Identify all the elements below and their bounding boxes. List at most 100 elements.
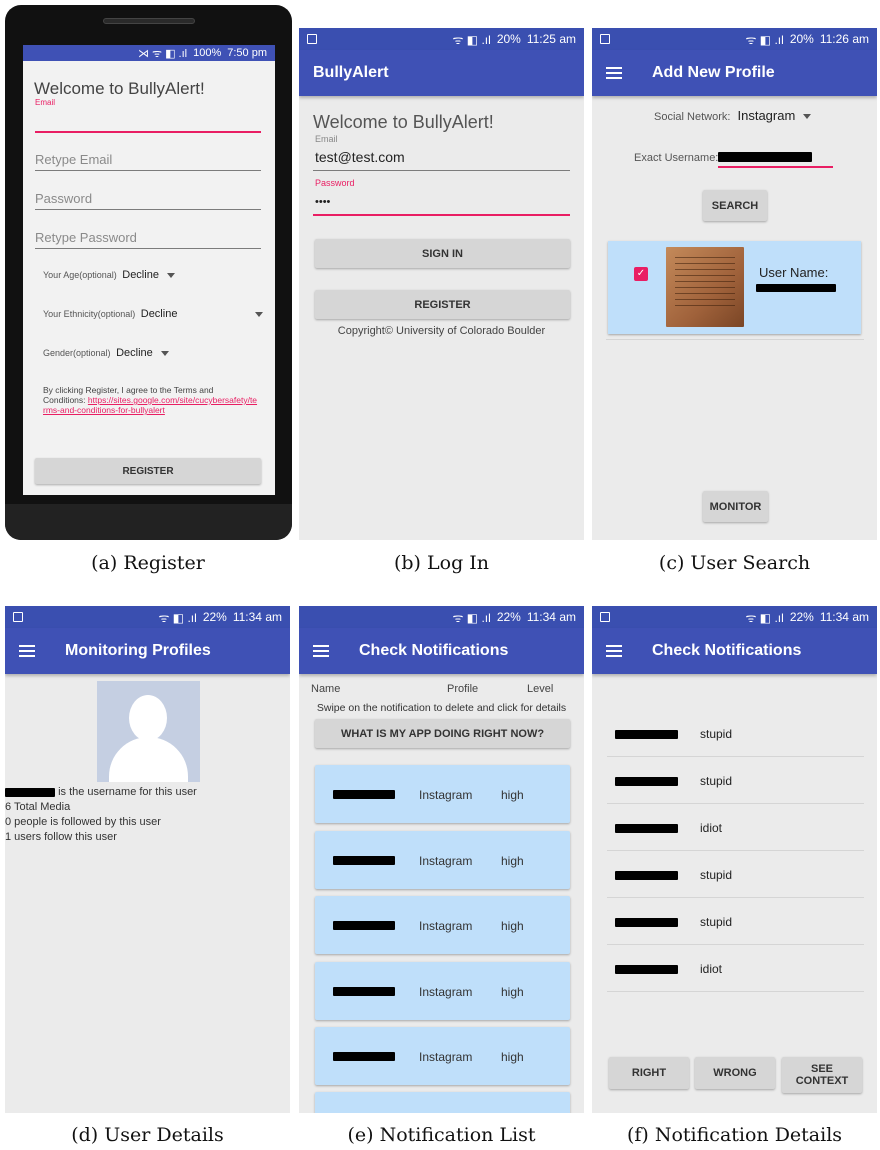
notification-card[interactable]: Instagram high: [315, 896, 570, 954]
menu-icon[interactable]: [19, 645, 35, 657]
notification-profile: Instagram: [419, 1050, 473, 1064]
age-select[interactable]: Decline: [122, 269, 175, 281]
dropdown-arrow-icon: [166, 272, 175, 278]
status-icons: ᯤ ◧ .ıl: [452, 610, 491, 625]
app-title: Check Notifications: [652, 642, 802, 659]
username-suffix: is the username for this user: [58, 786, 197, 798]
dropdown-arrow-icon: [160, 350, 169, 356]
notification-card[interactable]: Instagram high: [315, 1027, 570, 1085]
dropdown-arrow-icon: [803, 114, 812, 120]
status-bar: ᯤ ◧ .ıl 22% 11:34 am: [299, 606, 584, 628]
ethnicity-select[interactable]: Decline: [141, 308, 178, 320]
detail-row[interactable]: stupid: [607, 757, 864, 804]
redacted-username-input[interactable]: [718, 152, 812, 162]
flagged-word: idiot: [700, 962, 723, 976]
wrong-button[interactable]: WRONG: [695, 1057, 775, 1089]
notification-card[interactable]: Instagram high: [315, 765, 570, 823]
detail-row[interactable]: stupid: [607, 851, 864, 898]
following-count: 0 people is followed by this user: [5, 816, 161, 828]
flagged-word: stupid: [700, 868, 733, 882]
status-bar: ᯤ ◧ .ıl 22% 11:34 am: [5, 606, 290, 628]
email-label: Email: [35, 98, 56, 107]
password-field[interactable]: Password: [35, 191, 92, 206]
retype-password-field[interactable]: Retype Password: [35, 230, 137, 245]
result-card[interactable]: ✓ User Name:: [608, 241, 861, 334]
retype-email-field[interactable]: Retype Email: [35, 152, 112, 167]
see-context-line2: CONTEXT: [795, 1075, 849, 1087]
sign-in-button[interactable]: SIGN IN: [315, 239, 570, 268]
flagged-word: stupid: [700, 774, 733, 788]
column-level: Level: [527, 683, 554, 695]
register-screen: ⋊ ᯤ ◧ .ıl 100% 7:50 pm Welcome to BullyA…: [23, 45, 275, 495]
gender-select[interactable]: Decline: [116, 347, 169, 359]
notification-card-partial[interactable]: [315, 1092, 570, 1113]
screenshot-icon: [13, 612, 23, 622]
column-profile: Profile: [447, 683, 479, 695]
app-bar: Check Notifications: [592, 628, 877, 674]
username-underline: [718, 166, 833, 168]
register-button[interactable]: REGISTER: [315, 290, 570, 319]
caption-login: (b) Log In: [393, 552, 490, 574]
right-button[interactable]: RIGHT: [609, 1057, 689, 1089]
app-title: Monitoring Profiles: [65, 642, 211, 659]
ethnicity-row: Your Ethnicity(optional) Decline: [43, 308, 263, 320]
checkbox[interactable]: ✓: [634, 267, 648, 281]
status-icons: ⋊ ᯤ ◧ .ıl: [137, 47, 188, 60]
welcome-title: Welcome to BullyAlert!: [313, 112, 494, 132]
detail-row[interactable]: stupid: [607, 710, 864, 757]
detail-row[interactable]: stupid: [607, 898, 864, 945]
menu-icon[interactable]: [606, 645, 622, 657]
username-label: Exact Username:: [634, 152, 719, 164]
notification-card[interactable]: Instagram high: [315, 830, 570, 889]
notification-level: high: [501, 919, 524, 933]
notification-card[interactable]: Instagram high: [315, 961, 570, 1020]
battery-level: 22%: [202, 610, 227, 624]
password-underline: [35, 209, 261, 210]
network-select[interactable]: Instagram: [737, 108, 812, 123]
email-underline: [313, 170, 570, 171]
gender-row: Gender(optional) Decline: [43, 347, 169, 359]
what-is-my-app-doing-button[interactable]: WHAT IS MY APP DOING RIGHT NOW?: [315, 719, 570, 748]
battery-level: 20%: [789, 32, 814, 46]
notification-details-screen: ᯤ ◧ .ıl 22% 11:34 am Check Notifications…: [592, 606, 877, 1113]
username-line: is the username for this user: [5, 786, 197, 798]
status-icons: ᯤ ◧ .ıl: [745, 32, 784, 47]
status-icons: ᯤ ◧ .ıl: [452, 32, 491, 47]
menu-icon[interactable]: [606, 67, 622, 79]
column-name: Name: [311, 683, 341, 695]
divider: [606, 339, 864, 340]
terms-text: By clicking Register, I agree to the Ter…: [43, 385, 258, 415]
gender-value: Decline: [116, 347, 153, 359]
flagged-word: idiot: [700, 821, 723, 835]
status-icons: ᯤ ◧ .ıl: [158, 610, 197, 625]
register-button[interactable]: REGISTER: [35, 458, 261, 484]
email-field[interactable]: test@test.com: [315, 149, 405, 165]
search-button[interactable]: SEARCH: [703, 190, 767, 221]
app-title: Add New Profile: [652, 64, 775, 81]
detail-row[interactable]: idiot: [607, 804, 864, 851]
screenshot-icon: [600, 612, 610, 622]
password-field[interactable]: ••••: [315, 196, 330, 208]
email-label: Email: [315, 134, 338, 144]
see-context-button[interactable]: SEE CONTEXT: [782, 1057, 862, 1093]
see-context-line1: SEE: [810, 1063, 833, 1075]
user-name-label: User Name:: [759, 265, 829, 280]
gender-label: Gender(optional): [43, 348, 111, 358]
dropdown-arrow-icon: [255, 312, 263, 317]
network-label: Social Network:: [654, 111, 731, 123]
email-field[interactable]: [35, 131, 261, 133]
menu-icon[interactable]: [313, 645, 329, 657]
follower-count: 1 users follow this user: [5, 831, 117, 843]
clock: 11:26 am: [819, 32, 869, 46]
swipe-hint: Swipe on the notification to delete and …: [316, 702, 567, 714]
battery-level: 100%: [193, 47, 222, 59]
detail-row[interactable]: idiot: [607, 945, 864, 992]
user-search-screen: ᯤ ◧ .ıl 20% 11:26 am Add New Profile Soc…: [592, 28, 877, 540]
flagged-word: stupid: [700, 727, 733, 741]
notification-profile: Instagram: [419, 984, 473, 999]
monitor-button[interactable]: MONITOR: [703, 491, 768, 522]
age-value: Decline: [122, 269, 159, 281]
total-media: 6 Total Media: [5, 801, 71, 813]
battery-level: 20%: [496, 32, 521, 46]
ethnicity-label: Your Ethnicity(optional): [43, 309, 136, 319]
